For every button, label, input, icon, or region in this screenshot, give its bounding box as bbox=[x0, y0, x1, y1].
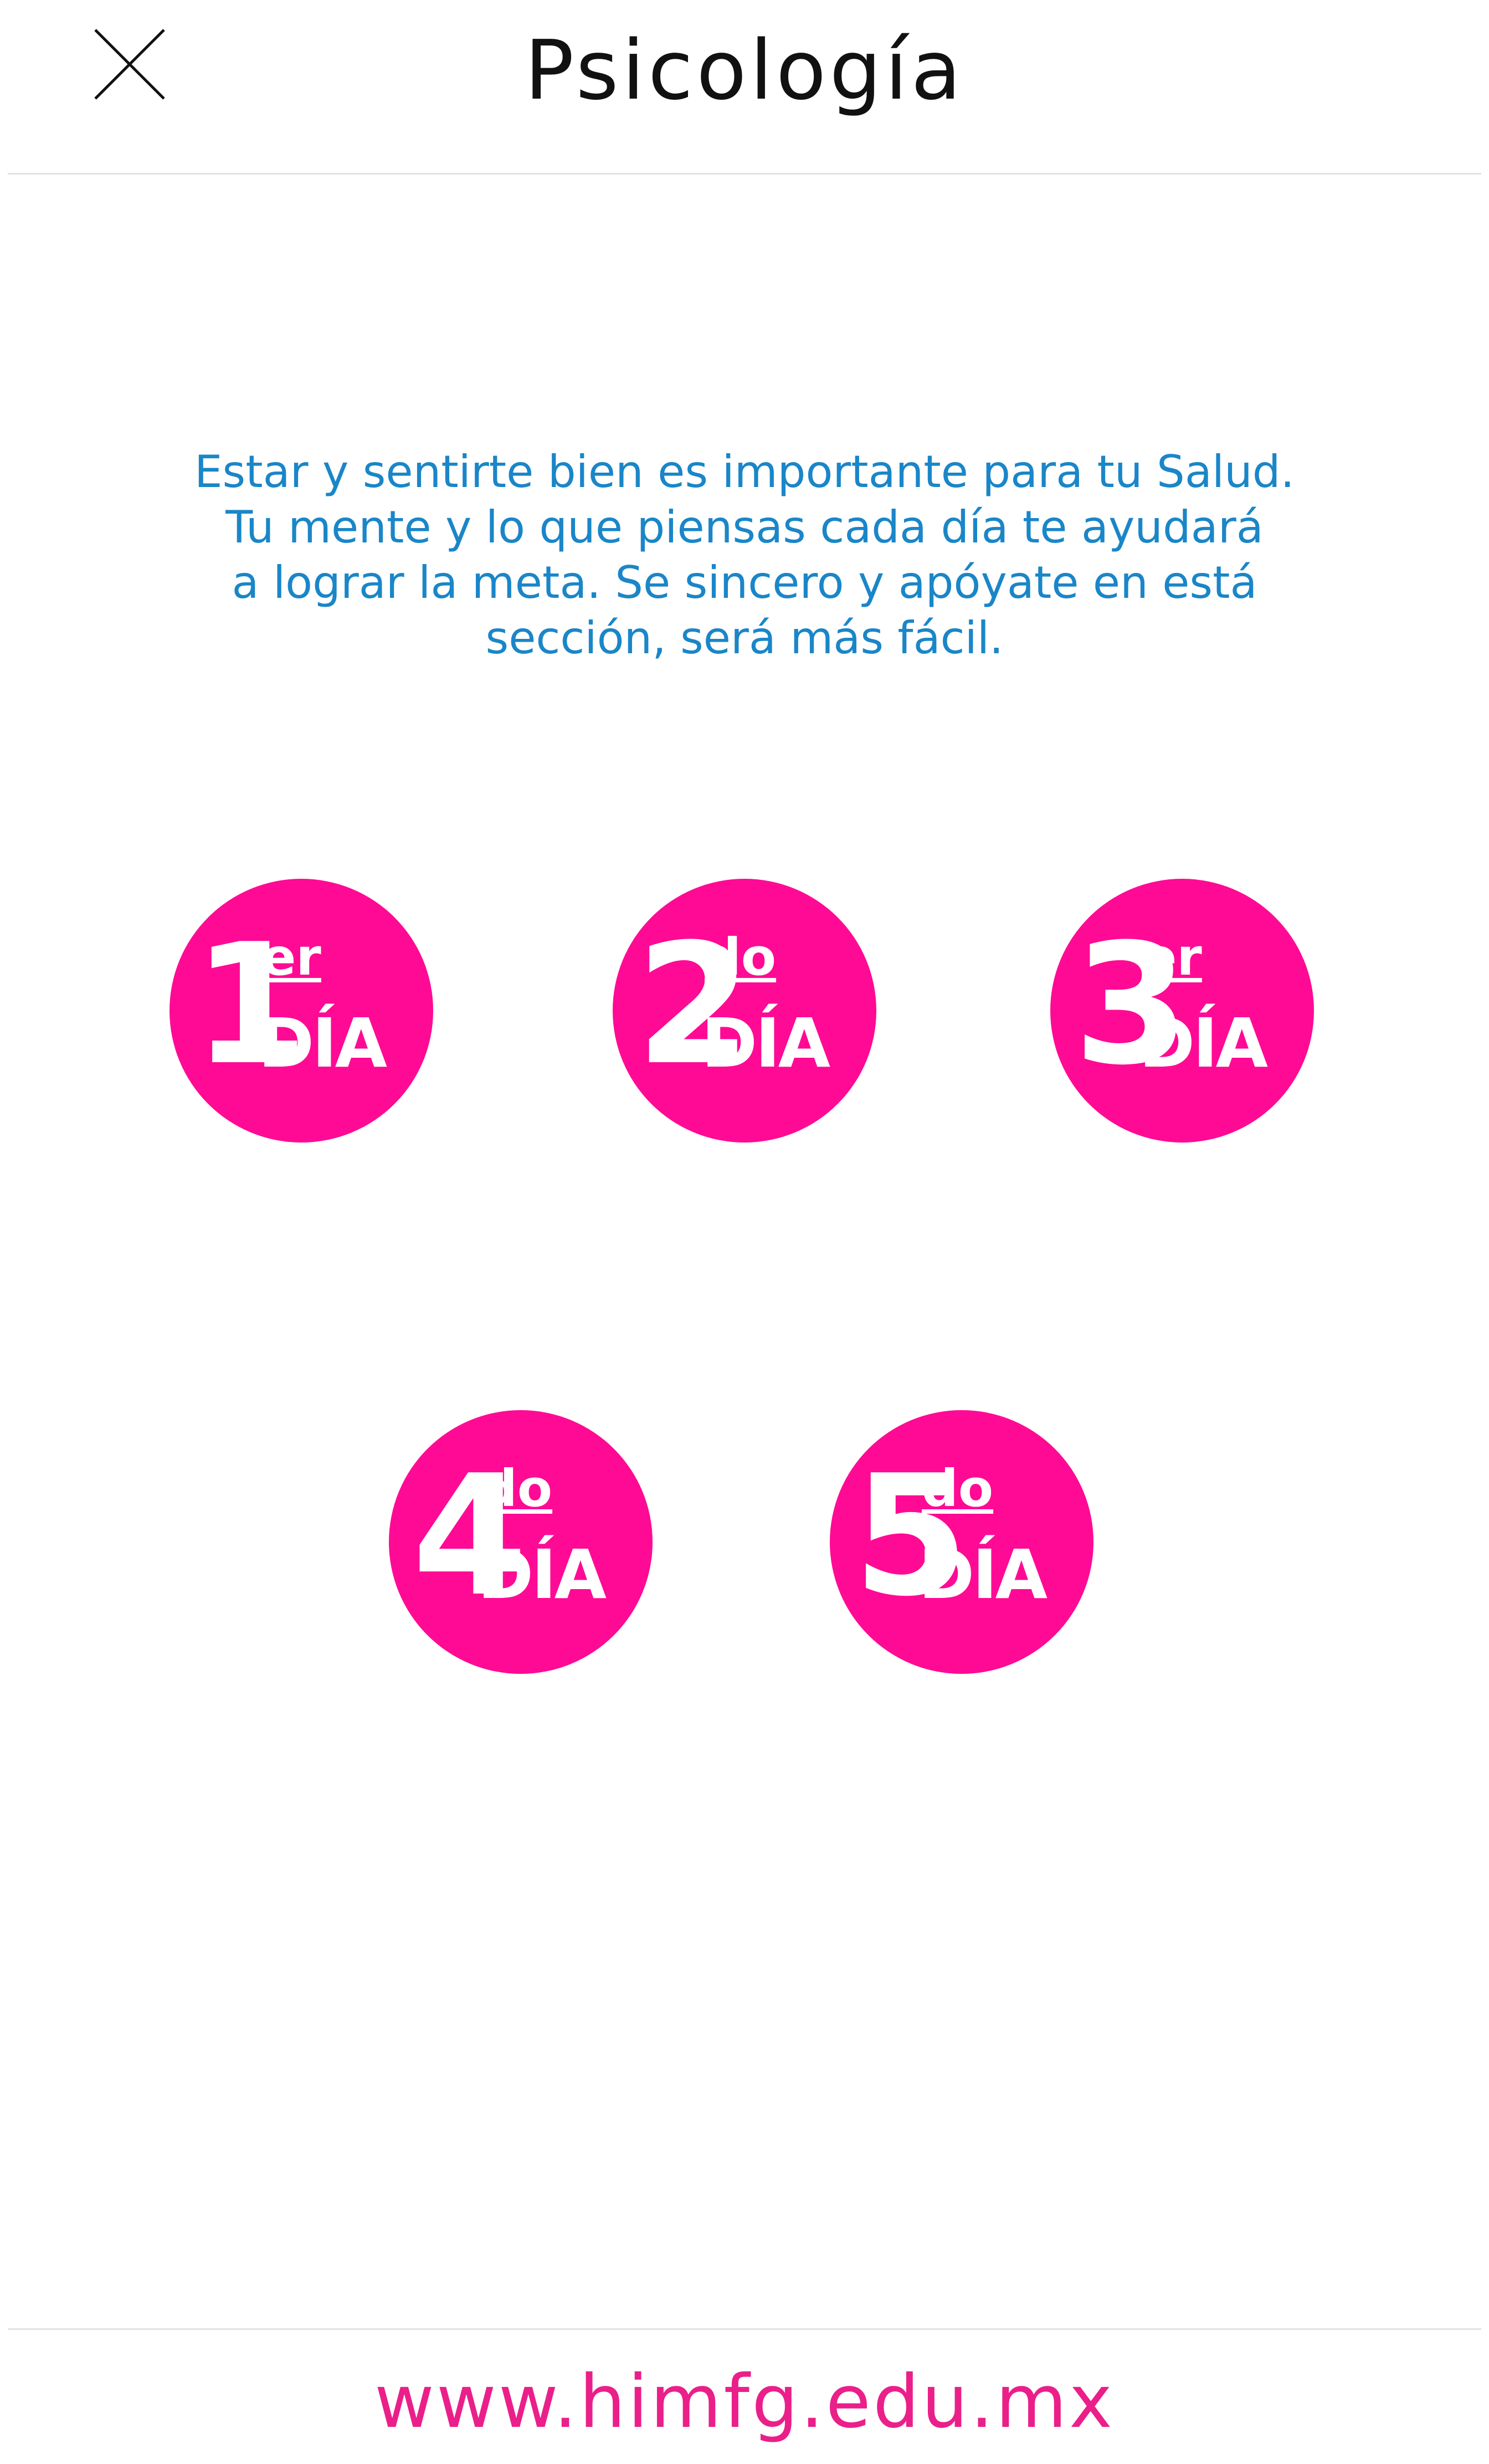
day-label: DÍA bbox=[701, 1004, 830, 1083]
intro-text: Estar y sentirte bien es importante para… bbox=[191, 444, 1298, 666]
footer-divider bbox=[8, 2328, 1481, 2330]
day-suffix: do bbox=[481, 1459, 553, 1518]
intro-line: sección, será más fácil. bbox=[485, 612, 1004, 664]
day-suffix: do bbox=[922, 1459, 994, 1518]
day-suffix: do bbox=[705, 928, 777, 987]
day-label: DÍA bbox=[918, 1535, 1048, 1614]
day-3-button[interactable]: 3 er DÍA bbox=[1050, 879, 1314, 1143]
day-5-button[interactable]: 5 do DÍA bbox=[830, 1410, 1093, 1674]
day-label: DÍA bbox=[258, 1004, 387, 1083]
intro-line: Tu mente y lo que piensas cada día te ay… bbox=[225, 501, 1264, 553]
intro-line: Estar y sentirte bien es importante para… bbox=[194, 446, 1295, 498]
website-link[interactable]: www.himfg.edu.mx bbox=[0, 2358, 1489, 2446]
day-4-button[interactable]: 4 do DÍA bbox=[389, 1410, 653, 1674]
header-divider bbox=[8, 173, 1481, 175]
page-title: Psicología bbox=[524, 23, 965, 118]
intro-line: a lograr la meta. Se sincero y apóyate e… bbox=[232, 557, 1257, 608]
day-suffix: er bbox=[1142, 928, 1202, 987]
day-label: DÍA bbox=[1139, 1004, 1268, 1083]
day-2-button[interactable]: 2 do DÍA bbox=[613, 879, 876, 1143]
day-label: DÍA bbox=[477, 1535, 607, 1614]
day-suffix: er bbox=[261, 928, 321, 987]
header: Psicología bbox=[0, 0, 1489, 173]
day-1-button[interactable]: 1 er DÍA bbox=[170, 879, 433, 1143]
